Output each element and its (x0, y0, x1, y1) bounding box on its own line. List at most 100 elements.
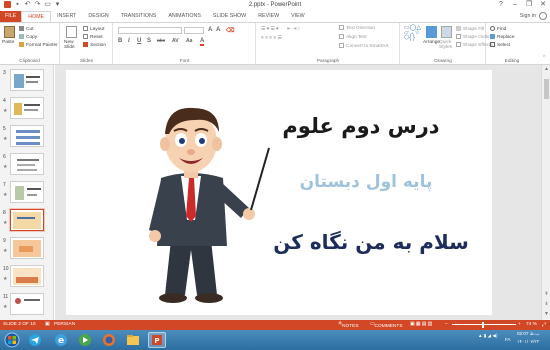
thumbnail-9[interactable]: 9 ★ (0, 236, 54, 264)
section-button[interactable]: Section (83, 42, 106, 49)
notes-button[interactable]: ≜ NOTES (338, 322, 359, 329)
thumbnail-11[interactable]: 11 ★ (0, 292, 54, 320)
copy-button[interactable]: Copy (19, 34, 37, 41)
close-button[interactable]: ✕ (536, 0, 550, 10)
tab-insert[interactable]: INSERT (51, 11, 82, 22)
quick-styles-button[interactable]: Quick Styles (439, 40, 455, 50)
tab-file[interactable]: FILE (0, 11, 22, 22)
sign-in-link[interactable]: Sign in (520, 13, 536, 19)
thumbnail-4[interactable]: 4 ★ (0, 96, 54, 124)
thumbnail-preview[interactable] (10, 209, 44, 231)
collapse-ribbon-icon[interactable]: ⌃ (542, 56, 546, 62)
minimize-button[interactable]: – (508, 0, 522, 10)
cut-button[interactable]: Cut (19, 26, 33, 33)
strikethrough-button[interactable]: abc (157, 38, 165, 44)
fit-slide-icon[interactable]: ⤢ (542, 322, 546, 328)
view-buttons[interactable]: ▣ ▦ ▤ ▥ (410, 322, 432, 327)
current-slide[interactable]: درس دوم علوم پایه اول دبستان سلام به من … (66, 70, 492, 315)
clear-formatting-icon[interactable]: ⌫ (226, 27, 234, 34)
zoom-in-icon[interactable]: + (518, 322, 521, 327)
font-name-combo[interactable] (118, 27, 182, 34)
layout-button[interactable]: Layout (83, 26, 104, 33)
tab-slide-show[interactable]: SLIDE SHOW (207, 11, 252, 22)
tab-home[interactable]: HOME (21, 11, 52, 22)
quick-styles-icon[interactable] (441, 26, 452, 38)
arrange-button[interactable]: Arrange (423, 40, 440, 46)
new-slide-icon[interactable] (66, 26, 77, 38)
format-painter-button[interactable]: Format Painter (19, 42, 58, 49)
font-color-button[interactable]: A (200, 38, 205, 46)
paste-icon[interactable] (4, 26, 15, 38)
align-icons[interactable]: ≡ ≡ ≡ ≡ ☰ (261, 36, 282, 42)
proofing-icon[interactable]: ▣ (45, 322, 50, 327)
bullets-icon[interactable]: ☰ ▾ ☰ ▾ (261, 27, 278, 33)
vertical-scrollbar[interactable]: ▲ ⇞ ⇟ ▼ (541, 65, 550, 320)
internet-explorer-taskbar-icon[interactable]: e (52, 332, 70, 348)
slide-body-text[interactable]: سلام به من نگاه کن (271, 230, 471, 254)
thumbnail-preview[interactable] (10, 97, 44, 119)
text-direction-button[interactable]: Text Direction (339, 25, 375, 32)
arrange-icon[interactable] (426, 26, 437, 38)
character-spacing-button[interactable]: AV (172, 38, 179, 44)
start-button[interactable] (3, 332, 21, 348)
restore-button[interactable]: ❐ (522, 0, 536, 10)
zoom-level[interactable]: 74 % (526, 322, 537, 327)
grow-font-icon[interactable]: A (208, 27, 212, 33)
user-avatar-icon[interactable] (539, 12, 547, 20)
tab-design[interactable]: DESIGN (82, 11, 114, 22)
tray-icons[interactable]: ▲ ▮ ◢ ◀) (478, 333, 498, 339)
bold-button[interactable]: B (118, 38, 122, 44)
thumbnail-5[interactable]: 5 ★ (0, 124, 54, 152)
tab-review[interactable]: REVIEW (252, 11, 285, 22)
clock-date[interactable]: ۱۴۰۱/۰۷/۲۲ (517, 339, 539, 345)
new-slide-button[interactable]: New Slide (64, 40, 82, 50)
italic-button[interactable]: I (128, 38, 130, 44)
shape-fill-button[interactable]: Shape Fill (456, 26, 484, 33)
firefox-taskbar-icon[interactable] (100, 332, 118, 348)
thumbnail-preview[interactable] (10, 265, 44, 287)
zoom-slider[interactable] (452, 324, 516, 325)
next-slide-icon[interactable]: ⇟ (542, 301, 550, 307)
zoom-slider-thumb[interactable] (482, 322, 484, 328)
comments-button[interactable]: ▭ COMMENTS (370, 322, 403, 329)
thumbnail-6[interactable]: 6 ★ (0, 152, 54, 180)
thumbnail-preview[interactable] (10, 153, 44, 175)
keyboard-language[interactable]: FA (505, 337, 511, 342)
media-player-taskbar-icon[interactable] (76, 332, 94, 348)
underline-button[interactable]: U (137, 38, 141, 44)
tab-animations[interactable]: ANIMATIONS (162, 11, 207, 22)
thumbnail-preview[interactable] (10, 237, 44, 259)
thumbnail-preview[interactable] (10, 293, 44, 315)
tab-view[interactable]: VIEW (285, 11, 311, 22)
thumbnail-preview[interactable] (10, 181, 44, 203)
replace-button[interactable]: Replace (490, 34, 515, 41)
convert-smartart-button[interactable]: Convert to SmartArt (339, 43, 388, 50)
zoom-out-icon[interactable]: − (445, 322, 448, 327)
align-text-button[interactable]: Align Text (339, 34, 367, 41)
reset-button[interactable]: Reset (83, 34, 103, 41)
language-indicator[interactable]: PERSIAN (54, 322, 75, 327)
clock-time[interactable]: 02:07 ب.ظ (517, 331, 540, 337)
telegram-taskbar-icon[interactable] (26, 332, 44, 348)
thumbnail-preview[interactable] (10, 69, 44, 91)
powerpoint-taskbar-icon[interactable]: P (148, 332, 166, 348)
tab-transitions[interactable]: TRANSITIONS (115, 11, 163, 22)
slide-subtitle[interactable]: پایه اول دبستان (281, 172, 451, 192)
shrink-font-icon[interactable]: A (216, 27, 220, 33)
shapes-gallery[interactable]: ▭◯△ ▱→☆ ⬡{ } (404, 25, 424, 41)
file-explorer-taskbar-icon[interactable] (124, 332, 142, 348)
scrollbar-thumb[interactable] (544, 79, 549, 99)
indent-icons[interactable]: ⇤ ⇥ ↕ (287, 27, 300, 33)
thumbnail-7[interactable]: 7 ★ (0, 180, 54, 208)
paste-button[interactable]: Paste (2, 40, 14, 46)
select-button[interactable]: Select (490, 42, 510, 49)
thumbnail-10[interactable]: 10 ★ (0, 264, 54, 292)
shadow-button[interactable]: S (147, 38, 151, 44)
thumbnail-3[interactable]: 3 (0, 68, 54, 96)
slide-title[interactable]: درس دوم علوم (276, 114, 446, 138)
thumbnail-8[interactable]: 8 ★ (0, 208, 54, 236)
help-button[interactable]: ? (494, 0, 508, 10)
find-button[interactable]: Find (490, 26, 506, 33)
previous-slide-icon[interactable]: ⇞ (542, 291, 550, 297)
scroll-up-icon[interactable]: ▲ (542, 66, 550, 72)
